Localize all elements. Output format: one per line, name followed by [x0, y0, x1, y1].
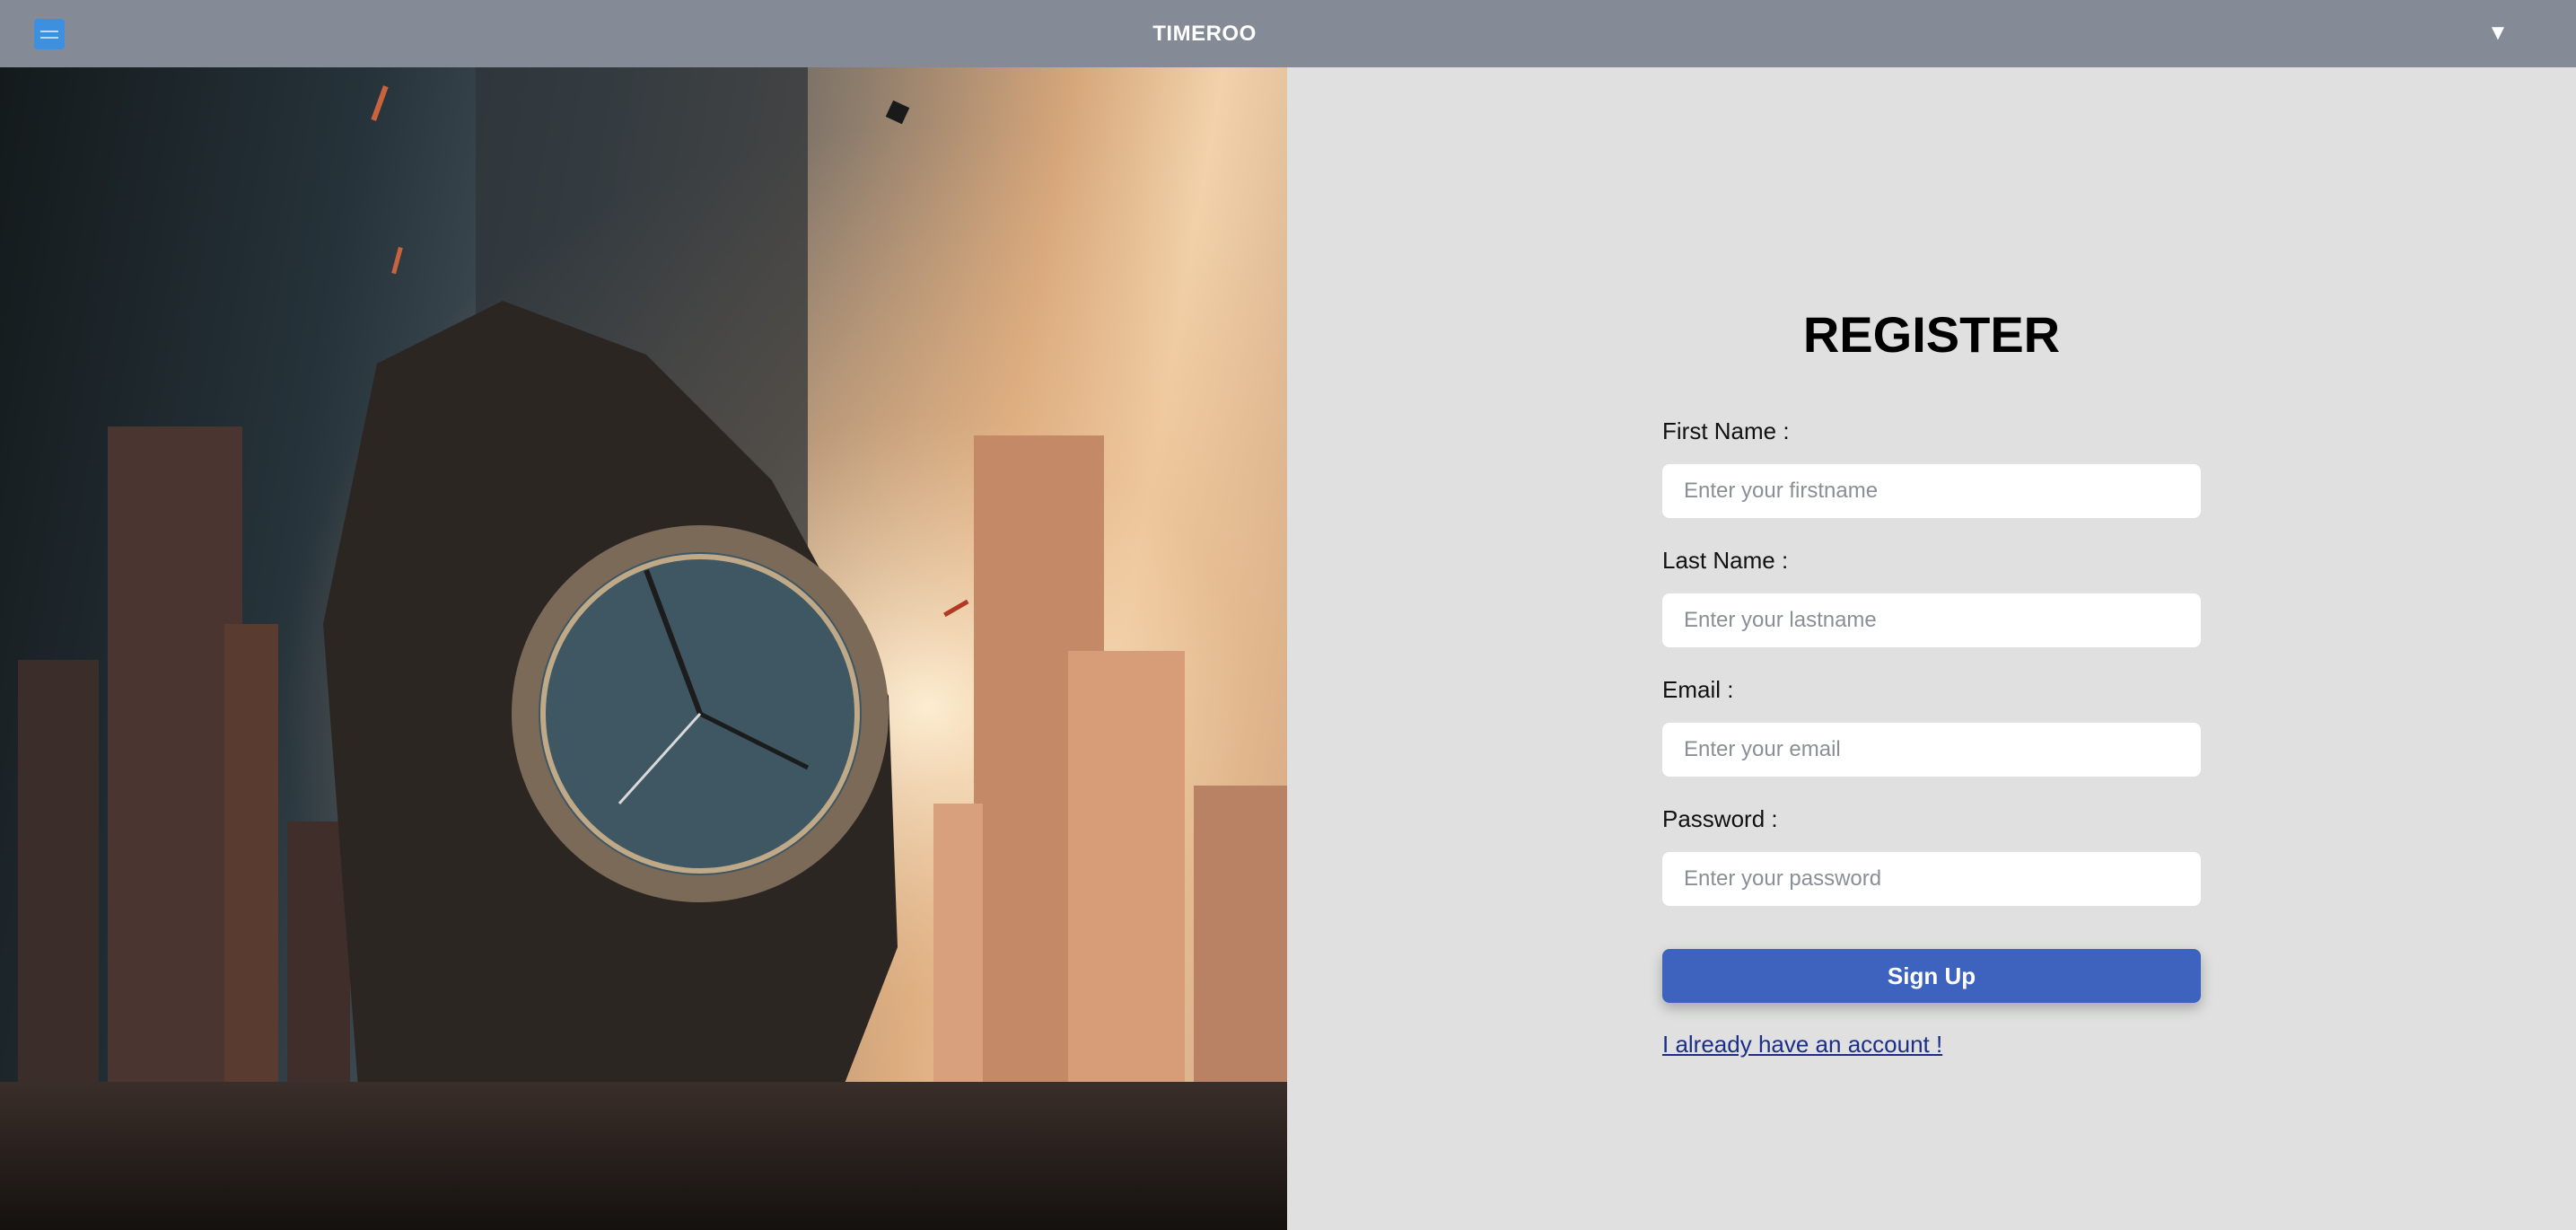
hero-image — [0, 67, 1287, 1230]
password-input[interactable] — [1662, 852, 2201, 906]
firstname-label: First Name : — [1662, 417, 1790, 444]
page-title: REGISTER — [1802, 306, 2061, 363]
dropdown-triangle-icon[interactable]: ▼ — [2484, 20, 2511, 47]
hero-illustration — [0, 67, 1287, 1230]
brand-title: TIMEROO — [1152, 21, 1257, 46]
login-link[interactable]: I already have an account ! — [1662, 1031, 1942, 1059]
lastname-input[interactable] — [1662, 593, 2201, 647]
lastname-label: Last Name : — [1662, 547, 1789, 574]
signup-button[interactable]: Sign Up — [1662, 949, 2201, 1003]
password-label: Password : — [1662, 805, 1778, 832]
firstname-input[interactable] — [1662, 464, 2201, 518]
email-input[interactable] — [1662, 723, 2201, 777]
menu-line — [40, 30, 58, 32]
menu-line — [40, 36, 58, 39]
hamburger-menu-icon[interactable] — [34, 19, 65, 49]
top-navbar: TIMEROO ▼ — [0, 0, 2576, 67]
email-label: Email : — [1662, 676, 1734, 703]
